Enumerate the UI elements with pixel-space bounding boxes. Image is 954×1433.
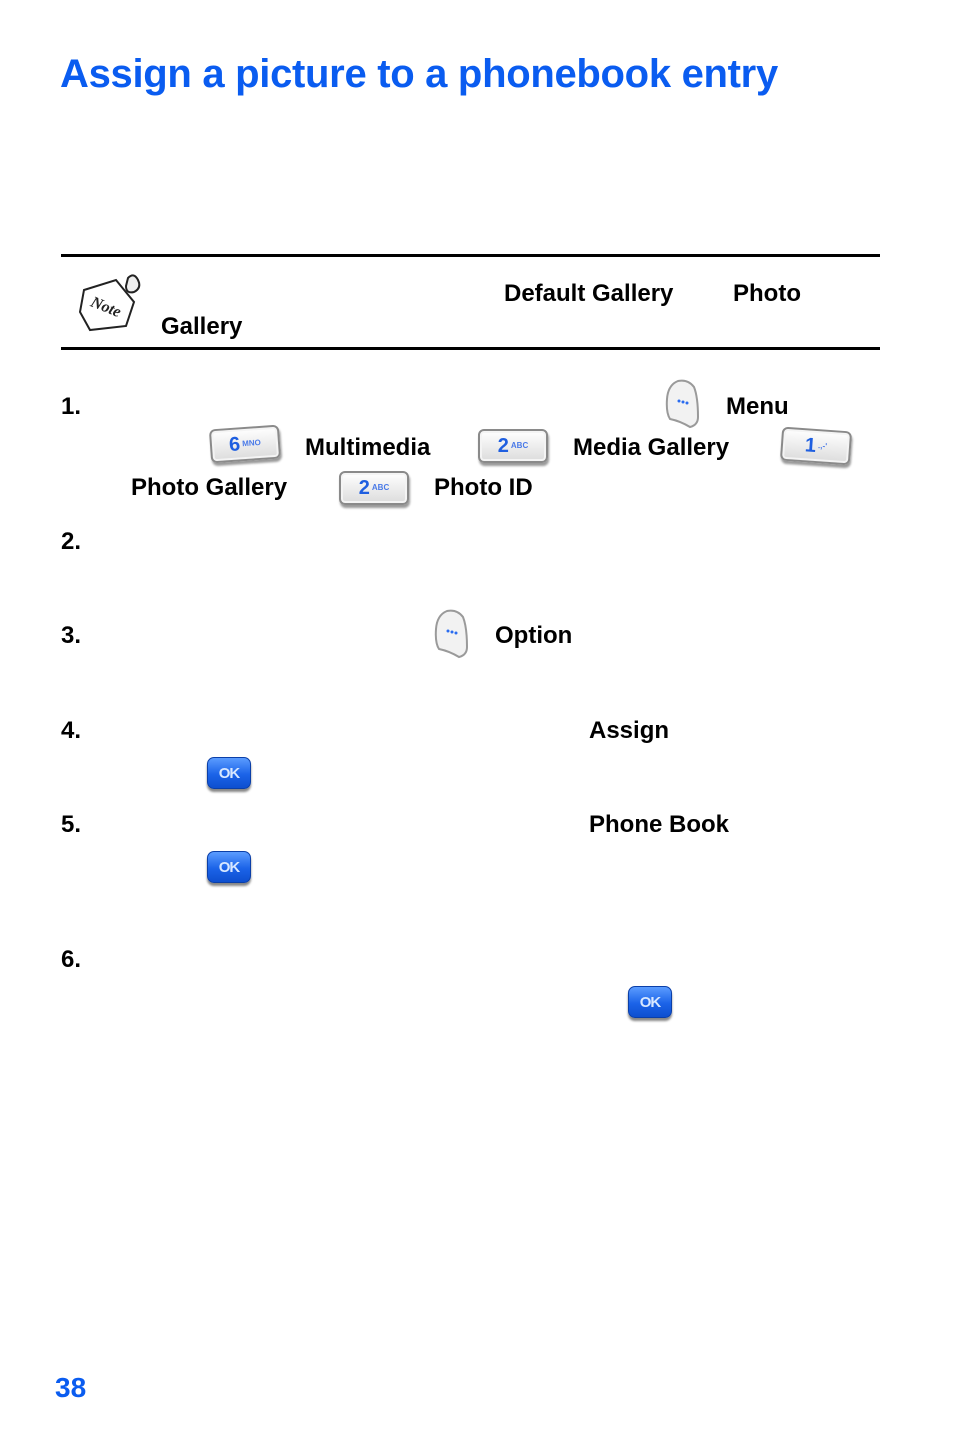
key-1-letters: .,-' [817, 441, 828, 451]
note-icon: Note [76, 268, 148, 334]
key-2-letters: ABC [510, 441, 529, 450]
step-1-label-media-gallery: Media Gallery [573, 434, 730, 461]
step-1-label-photo-id: Photo ID [434, 474, 533, 501]
key-6-icon[interactable]: 6 MNO [208, 424, 282, 464]
ok-key-icon[interactable]: OK [207, 757, 251, 789]
note-term-photo: Photo [733, 280, 801, 307]
key-2-icon[interactable]: 2 ABC [339, 471, 409, 505]
key-1-icon[interactable]: 1 .,-' [779, 426, 853, 466]
note-top-rule [61, 254, 880, 257]
note-term-default-gallery: Default Gallery [504, 280, 674, 307]
note-term-gallery: Gallery [161, 313, 243, 340]
key-1-digit: 1 [804, 434, 817, 457]
step-4-number: 4. [61, 717, 82, 744]
key-2-digit: 2 [358, 477, 370, 499]
note-bottom-rule [61, 347, 880, 350]
step-6-number: 6. [61, 946, 82, 973]
step-1-number: 1. [61, 393, 82, 420]
ok-key-label: OK [218, 764, 240, 782]
step-3-number: 3. [61, 622, 82, 649]
left-soft-key-icon[interactable] [664, 379, 702, 429]
left-soft-key-icon[interactable] [433, 609, 471, 659]
ok-key-icon[interactable]: OK [207, 851, 251, 883]
key-2-letters: ABC [371, 483, 390, 492]
step-1-label-menu: Menu [726, 393, 789, 420]
step-1-label-multimedia: Multimedia [305, 434, 431, 461]
step-3-label-option: Option [495, 622, 573, 649]
page-number: 38 [55, 1372, 87, 1403]
ok-key-icon[interactable]: OK [628, 986, 672, 1018]
key-2-digit: 2 [497, 435, 509, 457]
page-title: Assign a picture to a phonebook entry [60, 52, 778, 96]
ok-key-label: OK [639, 993, 661, 1011]
step-4-label-assign: Assign [589, 717, 670, 744]
key-6-digit: 6 [228, 433, 241, 457]
ok-key-label: OK [218, 858, 240, 876]
key-6-letters: MNO [241, 437, 262, 449]
step-1-label-photo-gallery: Photo Gallery [131, 474, 288, 501]
step-2-number: 2. [61, 528, 82, 555]
key-2-icon[interactable]: 2 ABC [478, 429, 548, 463]
step-5-label-phone-book: Phone Book [589, 811, 730, 838]
step-5-number: 5. [61, 811, 82, 838]
